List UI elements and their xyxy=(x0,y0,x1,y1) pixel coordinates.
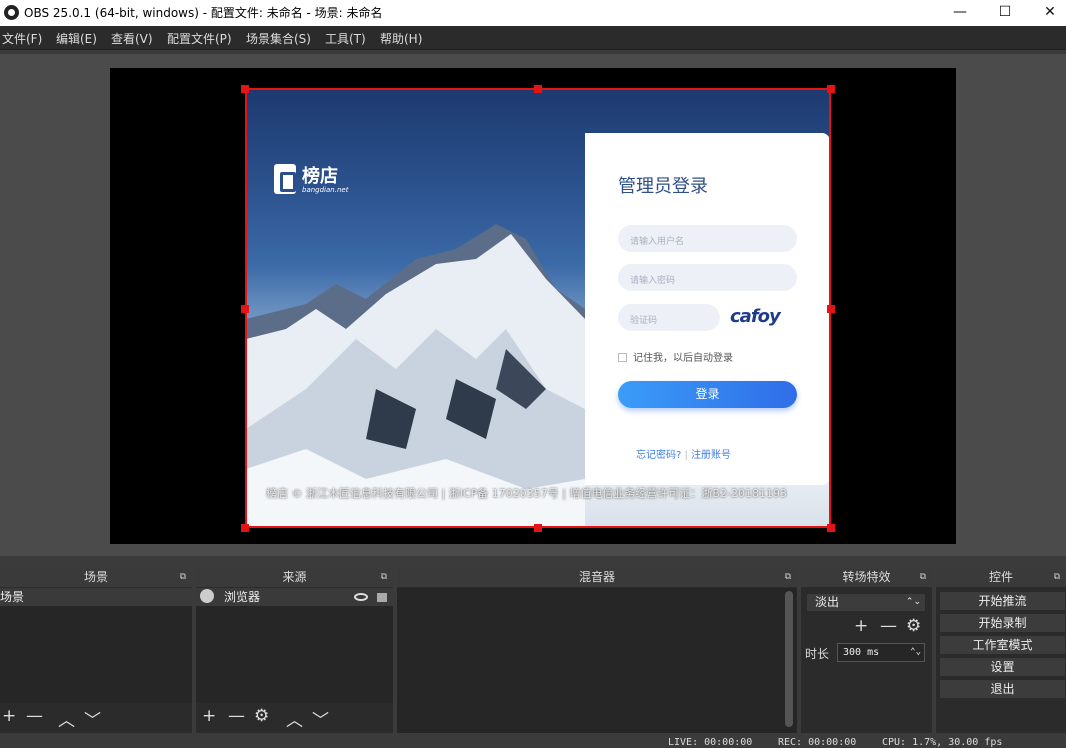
duration-value: 300 ms xyxy=(843,647,880,658)
mixer-panel xyxy=(397,588,797,733)
lock-icon[interactable] xyxy=(377,593,387,602)
start-recording-button[interactable]: 开始录制 xyxy=(939,613,1066,633)
live-status: LIVE: 00:00:00 xyxy=(668,737,753,748)
window-title: OBS 25.0.1 (64-bit, windows) - 配置文件: 未命名… xyxy=(24,6,383,20)
resize-handle[interactable] xyxy=(534,524,542,532)
mixer-title: 混音器 xyxy=(578,570,615,584)
scenes-dock: 场景 ⧉ 场景 + — ︿ ﹀ xyxy=(0,567,192,733)
resize-handle[interactable] xyxy=(827,305,835,313)
globe-icon xyxy=(200,589,214,603)
close-button[interactable]: ✕ xyxy=(1027,0,1066,26)
resize-handle[interactable] xyxy=(827,524,835,532)
add-icon[interactable]: + xyxy=(202,706,216,726)
move-down-icon[interactable]: ﹀ xyxy=(312,706,329,731)
remove-icon[interactable]: — xyxy=(880,616,897,636)
start-streaming-button[interactable]: 开始推流 xyxy=(939,591,1066,611)
scenes-toolbar: + — ︿ ﹀ xyxy=(0,703,192,733)
menu-profile[interactable]: 配置文件(P) xyxy=(167,30,232,47)
rec-status: REC: 00:00:00 xyxy=(778,737,857,748)
title-bar: OBS 25.0.1 (64-bit, windows) - 配置文件: 未命名… xyxy=(0,0,1066,26)
menu-help[interactable]: 帮助(H) xyxy=(380,30,422,47)
transition-select[interactable]: 淡出 ⌃⌄ xyxy=(806,593,926,612)
move-up-icon[interactable]: ︿ xyxy=(286,706,303,731)
cpu-status: CPU: 1.7%, 30.00 fps xyxy=(882,737,1003,748)
duration-label: 时长 xyxy=(805,647,830,661)
remove-icon[interactable]: — xyxy=(26,706,43,726)
settings-icon[interactable]: ⚙ xyxy=(906,616,921,636)
menu-view[interactable]: 查看(V) xyxy=(111,30,153,47)
studio-mode-button[interactable]: 工作室模式 xyxy=(939,635,1066,655)
scenes-list[interactable]: 场景 xyxy=(0,588,192,703)
obs-logo-icon xyxy=(4,5,19,20)
sources-header: 来源 ⧉ xyxy=(196,567,393,587)
menu-bar: 文件(F) 编辑(E) 查看(V) 配置文件(P) 场景集合(S) 工具(T) … xyxy=(0,26,1066,50)
settings-icon[interactable]: ⚙ xyxy=(254,706,269,726)
resize-handle[interactable] xyxy=(827,85,835,93)
transitions-dock: 转场特效 ⧉ 淡出 ⌃⌄ + — ⚙ 时长 300 ms ⌃⌄ xyxy=(801,567,932,733)
mixer-scrollbar[interactable] xyxy=(785,591,793,727)
mixer-header: 混音器 ⧉ xyxy=(397,567,797,587)
transitions-title: 转场特效 xyxy=(842,570,891,584)
menu-file[interactable]: 文件(F) xyxy=(2,30,42,47)
eye-icon[interactable] xyxy=(354,593,368,601)
remove-icon[interactable]: — xyxy=(228,706,245,726)
spin-arrows-icon[interactable]: ⌃⌄ xyxy=(910,644,921,661)
menu-tools[interactable]: 工具(T) xyxy=(325,30,366,47)
add-icon[interactable]: + xyxy=(854,616,868,636)
float-icon[interactable]: ⧉ xyxy=(1054,567,1060,587)
maximize-button[interactable]: ☐ xyxy=(982,0,1028,26)
add-icon[interactable]: + xyxy=(2,706,16,726)
transitions-header: 转场特效 ⧉ xyxy=(801,567,932,587)
scenes-header: 场景 ⧉ xyxy=(0,567,192,587)
controls-header: 控件 ⧉ xyxy=(936,567,1066,587)
float-icon[interactable]: ⧉ xyxy=(381,567,387,587)
resize-handle[interactable] xyxy=(241,524,249,532)
status-bar: LIVE: 00:00:00 REC: 00:00:00 CPU: 1.7%, … xyxy=(0,734,1066,748)
scene-item[interactable]: 场景 xyxy=(0,588,192,606)
scenes-title: 场景 xyxy=(83,570,108,584)
sources-dock: 来源 ⧉ 浏览器 + — ⚙ ︿ ﹀ xyxy=(196,567,393,733)
menu-edit[interactable]: 编辑(E) xyxy=(56,30,97,47)
exit-button[interactable]: 退出 xyxy=(939,679,1066,699)
sources-toolbar: + — ⚙ ︿ ﹀ xyxy=(196,703,393,733)
float-icon[interactable]: ⧉ xyxy=(920,567,926,587)
mixer-dock: 混音器 ⧉ xyxy=(397,567,797,733)
selection-box[interactable] xyxy=(245,88,831,528)
duration-spinbox[interactable]: 300 ms ⌃⌄ xyxy=(837,643,925,662)
move-down-icon[interactable]: ﹀ xyxy=(84,706,101,731)
sources-title: 来源 xyxy=(282,570,307,584)
transition-value: 淡出 xyxy=(815,595,840,609)
source-name: 浏览器 xyxy=(224,590,261,604)
resize-handle[interactable] xyxy=(534,85,542,93)
sources-list[interactable]: 浏览器 xyxy=(196,588,393,703)
resize-handle[interactable] xyxy=(241,305,249,313)
minimize-button[interactable]: — xyxy=(937,0,983,26)
source-item[interactable]: 浏览器 xyxy=(196,588,393,606)
move-up-icon[interactable]: ︿ xyxy=(58,706,75,731)
float-icon[interactable]: ⧉ xyxy=(785,567,791,587)
settings-button[interactable]: 设置 xyxy=(939,657,1066,677)
resize-handle[interactable] xyxy=(241,85,249,93)
controls-title: 控件 xyxy=(988,570,1013,584)
chevron-updown-icon: ⌃⌄ xyxy=(905,597,921,607)
float-icon[interactable]: ⧉ xyxy=(180,567,186,587)
menu-scene-collection[interactable]: 场景集合(S) xyxy=(246,30,311,47)
